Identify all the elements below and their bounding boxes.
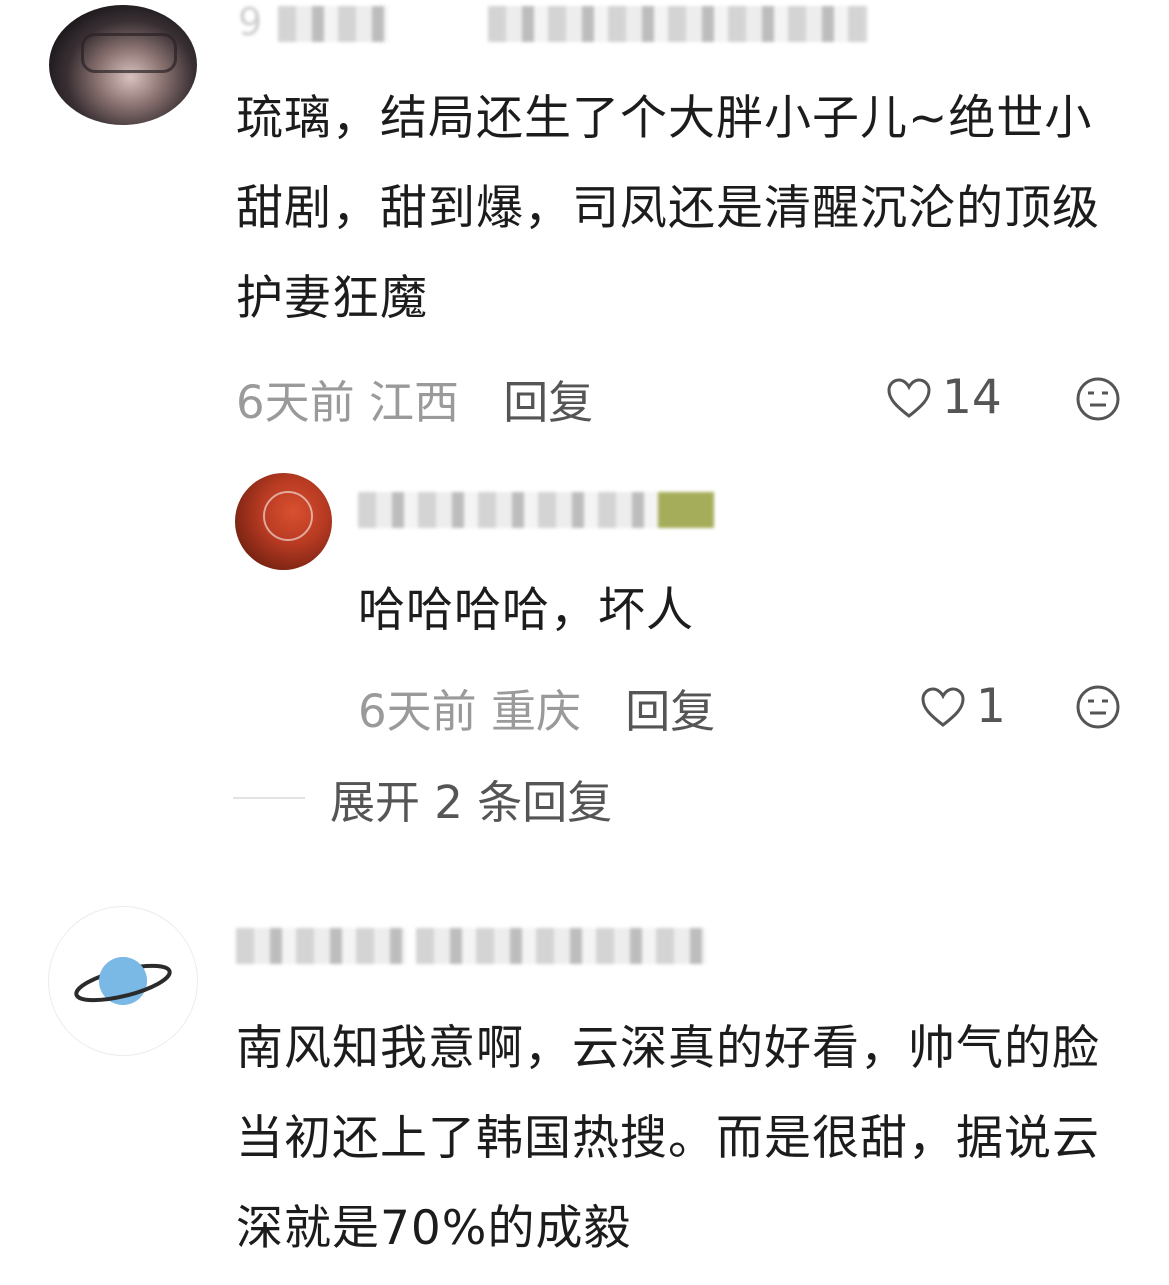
reply-button[interactable]: 回复	[503, 376, 593, 429]
comment-meta: 6天前 重庆 回复	[358, 675, 715, 740]
like-count: 14	[942, 370, 1002, 425]
comment-location: 江西	[368, 376, 459, 429]
reply-button[interactable]: 回复	[625, 685, 715, 738]
neutral-face-icon[interactable]	[1075, 376, 1121, 422]
comment-text: 琉璃，结局还生了个大胖小子儿~绝世小甜剧，甜到爆，司凤还是清醒沉沦的顶级护妻狂魔	[236, 91, 1100, 326]
expand-replies-button[interactable]: 展开 2 条回复	[330, 766, 612, 831]
comment-text: 南风知我意啊，云深真的好看，帅气的脸当初还上了韩国热搜。而是很甜，据说云深就是7…	[236, 1021, 1100, 1256]
comment-location: 重庆	[490, 685, 581, 738]
avatar[interactable]	[49, 5, 197, 125]
comment-time: 6天前	[358, 685, 477, 738]
username-masked[interactable]: 9	[238, 0, 868, 44]
neutral-face-icon[interactable]	[1075, 684, 1121, 730]
avatar[interactable]	[235, 473, 332, 570]
like-button[interactable]: 1	[920, 679, 1006, 734]
like-button[interactable]: 14	[886, 370, 1002, 425]
heart-outline-icon	[887, 377, 931, 418]
comment-time: 6天前	[236, 376, 355, 429]
planet-icon	[74, 957, 172, 1005]
divider	[233, 797, 305, 799]
avatar[interactable]	[48, 906, 198, 1056]
comment-meta: 6天前 江西 回复	[236, 366, 593, 431]
comment-text: 哈哈哈哈，坏人	[358, 583, 694, 638]
heart-outline-icon	[921, 686, 965, 727]
like-count: 1	[976, 679, 1006, 734]
